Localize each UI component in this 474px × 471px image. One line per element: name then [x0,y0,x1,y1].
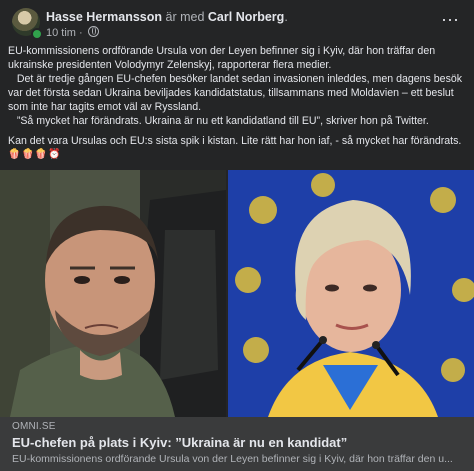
post-line: ukrainske presidenten Volodymyr Zelensky… [8,59,332,71]
emoji-row: 🍿🍿🍿⏰ [8,149,62,160]
post-line: ”Så mycket har förändrats. Ukraina är nu… [8,115,429,127]
link-images[interactable] [0,170,474,417]
post-line: var det första sedan Ukraina beviljades … [8,87,454,99]
author-name[interactable]: Hasse Hermansson [46,10,162,24]
tagged-suffix: . [284,10,288,24]
globe-icon [87,26,99,37]
post-line: som inte har tagits emot väl av Ryssland… [8,101,202,113]
post-header: Hasse Hermansson är med Carl Norberg. 10… [0,0,474,40]
author-line: Hasse Hermansson är med Carl Norberg. [46,10,288,24]
online-status-dot [31,28,43,40]
post-comment: Kan det vara Ursulas och EU:s sista spik… [8,135,462,147]
time-separator: · [79,27,83,39]
link-domain: OMNI.SE [12,421,56,432]
post-body: EU-kommissionens ordförande Ursula von d… [8,44,470,162]
post-time[interactable]: 10 tim [46,27,76,39]
post-line: Det är tredje gången EU-chefen besöker l… [8,73,463,85]
link-preview[interactable]: OMNI.SE EU-chefen på plats i Kyiv: ”Ukra… [0,417,474,471]
zelenskyj-photo[interactable] [0,170,226,417]
tagged-name[interactable]: Carl Norberg [208,10,284,24]
post-meta: 10 tim · [46,26,99,39]
post-line: EU-kommissionens ordförande Ursula von d… [8,45,436,57]
more-options-button[interactable]: ··· [440,10,460,32]
with-text: är med [165,10,205,24]
von-der-leyen-photo[interactable] [228,170,474,417]
link-description: EU-kommissionens ordförande Ursula von d… [12,453,453,465]
link-title[interactable]: EU-chefen på plats i Kyiv: ”Ukraina är n… [12,435,347,450]
